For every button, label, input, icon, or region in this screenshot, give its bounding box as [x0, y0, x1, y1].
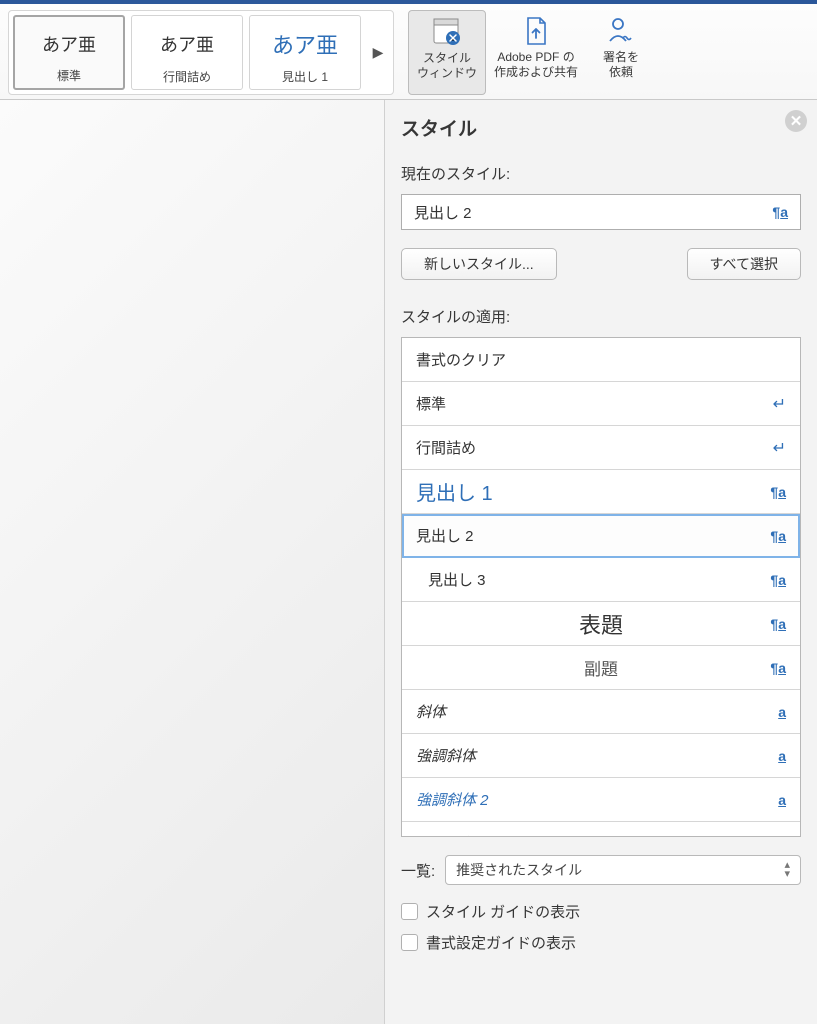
current-style-box[interactable]: 見出し 2 ¶a [401, 194, 801, 230]
linked-style-icon: ¶a [770, 484, 786, 500]
style-list-item[interactable]: 表題 ¶a [402, 602, 800, 646]
request-signature-button[interactable]: 署名を 依頼 [586, 10, 656, 95]
style-list-item[interactable]: 書式のクリア [402, 338, 800, 382]
close-pane-button[interactable]: ✕ [785, 110, 807, 132]
linked-style-icon: ¶a [770, 572, 786, 588]
style-list-item[interactable]: 強調斜体 a [402, 734, 800, 778]
style-gallery: あア亜 標準 あア亜 行間詰め あア亜 見出し 1 ▶ [8, 10, 394, 95]
character-style-icon: a [778, 792, 786, 808]
styles-pane: ✕ スタイル 現在のスタイル: 見出し 2 ¶a 新しいスタイル... すべて選… [385, 100, 817, 1024]
button-row: 新しいスタイル... すべて選択 [401, 248, 801, 280]
checkbox-label: スタイル ガイドの表示 [426, 901, 580, 922]
style-list-item[interactable]: 見出し 1 ¶a [402, 470, 800, 514]
pane-title: スタイル [401, 114, 801, 141]
style-gallery-item-heading1[interactable]: あア亜 見出し 1 [249, 15, 361, 90]
style-item-name: 標準 [416, 393, 446, 414]
document-area[interactable] [0, 100, 385, 1024]
style-item-name: 表題 [579, 608, 623, 640]
adobe-pdf-button[interactable]: Adobe PDF の 作成および共有 [486, 10, 586, 95]
style-item-name: 強調太字 [416, 833, 476, 837]
format-guide-checkbox-row[interactable]: 書式設定ガイドの表示 [401, 932, 801, 953]
style-list-item[interactable]: 強調斜体 2 a [402, 778, 800, 822]
style-item-name: 行間詰め [416, 437, 476, 458]
dropdown-stepper-icon: ▴▾ [784, 861, 790, 879]
style-guide-checkbox-row[interactable]: スタイル ガイドの表示 [401, 901, 801, 922]
style-list-item[interactable]: 強調太字 a [402, 822, 800, 837]
select-all-button[interactable]: すべて選択 [687, 248, 801, 280]
pdf-share-icon [519, 14, 553, 48]
checkbox-label: 書式設定ガイドの表示 [426, 932, 576, 953]
style-gallery-more[interactable]: ▶ [367, 15, 389, 90]
style-item-name: 書式のクリア [416, 349, 506, 370]
ribbon: あア亜 標準 あア亜 行間詰め あア亜 見出し 1 ▶ [0, 0, 817, 100]
apply-style-label: スタイルの適用: [401, 306, 801, 327]
checkbox[interactable] [401, 934, 418, 951]
new-style-button[interactable]: 新しいスタイル... [401, 248, 557, 280]
style-list-item[interactable]: 標準 ↵ [402, 382, 800, 426]
paragraph-style-icon: ↵ [773, 394, 786, 414]
linked-style-icon: ¶a [770, 528, 786, 544]
style-caption: 行間詰め [163, 68, 211, 85]
style-list-item[interactable]: 見出し 3 ¶a [402, 558, 800, 602]
style-caption: 標準 [57, 67, 81, 84]
style-item-name: 見出し 3 [416, 569, 486, 590]
signature-icon [604, 14, 638, 48]
style-item-name: 見出し 1 [416, 477, 493, 506]
linked-style-icon: ¶a [770, 660, 786, 676]
style-caption: 見出し 1 [282, 68, 328, 85]
linked-style-icon: ¶a [772, 204, 788, 220]
style-item-name: 副題 [584, 655, 618, 680]
styles-window-icon [430, 15, 464, 49]
checkbox[interactable] [401, 903, 418, 920]
list-filter-dropdown[interactable]: 推奨されたスタイル ▴▾ [445, 855, 801, 885]
linked-style-icon: ¶a [770, 616, 786, 632]
list-filter-label: 一覧: [401, 860, 435, 881]
ribbon-label: 署名を 依頼 [603, 50, 639, 80]
style-gallery-item-nospacing[interactable]: あア亜 行間詰め [131, 15, 243, 90]
style-sample: あア亜 [42, 23, 96, 64]
style-list-item[interactable]: 行間詰め ↵ [402, 426, 800, 470]
style-sample: あア亜 [160, 22, 214, 65]
style-sample: あア亜 [272, 22, 338, 65]
style-item-name: 強調斜体 2 [416, 789, 489, 810]
style-list[interactable]: 書式のクリア標準↵行間詰め↵見出し 1¶a見出し 2¶a見出し 3¶a表題¶a副… [401, 337, 801, 837]
current-style-label: 現在のスタイル: [401, 163, 801, 184]
list-filter-row: 一覧: 推奨されたスタイル ▴▾ [401, 855, 801, 885]
paragraph-style-icon: ↵ [773, 438, 786, 458]
style-item-name: 見出し 2 [416, 525, 474, 546]
style-list-item[interactable]: 見出し 2 ¶a [402, 514, 800, 558]
style-item-name: 強調斜体 [416, 745, 476, 766]
close-icon: ✕ [790, 112, 803, 130]
style-list-item[interactable]: 副題 ¶a [402, 646, 800, 690]
styles-window-button[interactable]: スタイル ウィンドウ [408, 10, 486, 95]
ribbon-label: スタイル ウィンドウ [417, 51, 477, 81]
ribbon-label: Adobe PDF の 作成および共有 [494, 50, 578, 80]
main-area: ✕ スタイル 現在のスタイル: 見出し 2 ¶a 新しいスタイル... すべて選… [0, 100, 817, 1024]
dropdown-value: 推奨されたスタイル [456, 860, 582, 880]
style-item-name: 斜体 [416, 701, 446, 722]
character-style-icon: a [778, 704, 786, 720]
character-style-icon: a [778, 748, 786, 764]
style-gallery-item-standard[interactable]: あア亜 標準 [13, 15, 125, 90]
current-style-value: 見出し 2 [414, 202, 472, 223]
style-list-item[interactable]: 斜体 a [402, 690, 800, 734]
character-style-icon: a [778, 836, 786, 838]
